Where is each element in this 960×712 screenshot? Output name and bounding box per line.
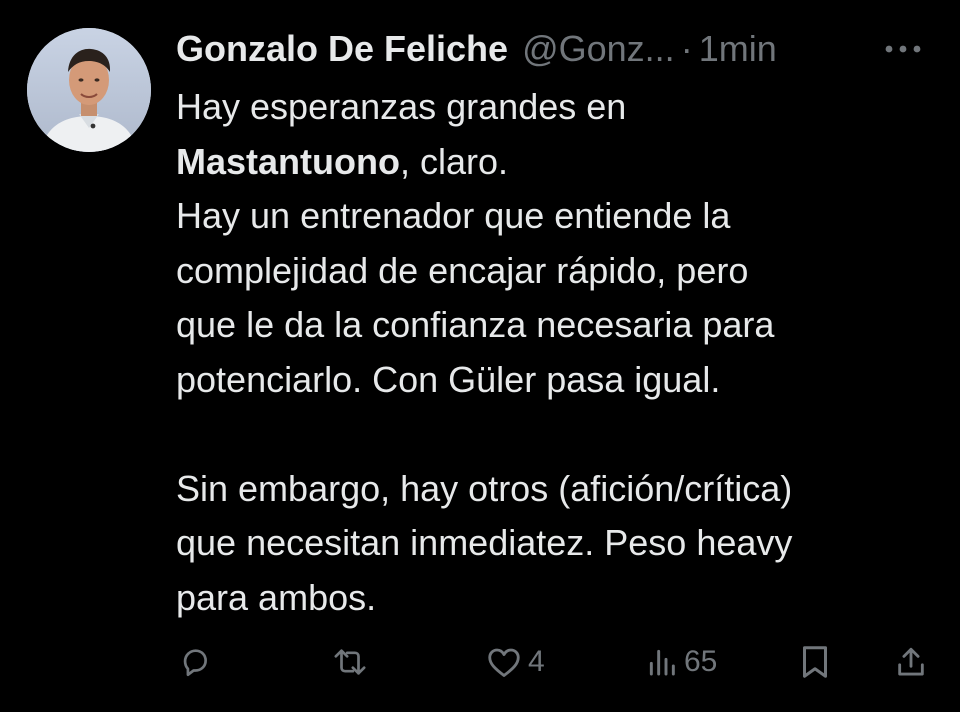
timestamp[interactable]: 1min [699, 28, 777, 70]
share-button[interactable] [894, 640, 928, 684]
like-button[interactable]: 4 [486, 640, 545, 684]
retweet-button[interactable] [330, 640, 370, 684]
tweet-text: Hay esperanzas grandes en Mastantuono, c… [176, 80, 946, 625]
tweet-line-rest: , claro. [399, 140, 509, 182]
tweet-line: que necesitan inmediatez. Peso heavy [176, 522, 793, 563]
mention-bold: Mastantuono [176, 140, 400, 182]
views-icon [649, 649, 675, 676]
heart-icon [488, 648, 520, 677]
action-bar: 4 65 [176, 640, 936, 684]
tweet-line: complejidad de encajar rápido, pero [176, 249, 749, 291]
tweet-header: Gonzalo De Feliche @Gonz... · 1min [176, 24, 936, 74]
reply-button[interactable] [178, 640, 212, 684]
tweet-line: Hay un entrenador que entiende la [176, 195, 731, 236]
views-button[interactable]: 65 [646, 640, 717, 684]
share-icon [898, 647, 924, 676]
tweet-line: Mastantuono, claro. [176, 135, 946, 190]
tweet-line: potenciarlo. Con Güler pasa igual. [176, 358, 721, 400]
like-count: 4 [528, 645, 545, 678]
tweet: Gonzalo De Feliche @Gonz... · 1min Hay e… [0, 0, 960, 712]
tweet-line: para ambos. [176, 576, 377, 618]
avatar[interactable] [27, 28, 151, 152]
more-options-icon[interactable] [882, 34, 924, 64]
author-handle[interactable]: @Gonz... [522, 28, 675, 70]
retweet-icon [334, 649, 366, 675]
tweet-line: Sin embargo, hay otros (afición/crítica) [176, 467, 793, 509]
bookmark-button[interactable] [800, 640, 830, 684]
tweet-line: Hay esperanzas grandes en [176, 86, 627, 127]
separator-dot: · [680, 28, 693, 69]
reply-icon [183, 649, 207, 677]
tweet-line: que le da la confianza necesaria para [176, 304, 775, 345]
avatar-image [27, 28, 151, 152]
bookmark-icon [803, 646, 827, 678]
author-name[interactable]: Gonzalo De Feliche [176, 28, 508, 70]
views-count: 65 [684, 645, 718, 678]
